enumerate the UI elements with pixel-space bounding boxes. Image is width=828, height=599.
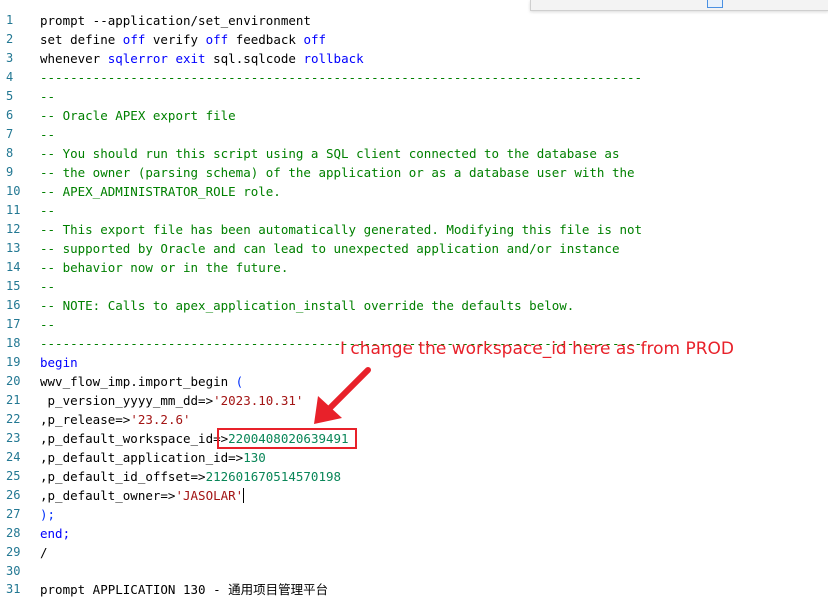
line-number: 6 [6, 108, 14, 122]
line-number: 25 [6, 469, 21, 483]
code-text: prompt --application/set_environment [40, 13, 311, 28]
string-token: '23.2.6' [130, 412, 191, 427]
paren-token: ( [235, 374, 244, 389]
keyword-line: end; [40, 526, 71, 541]
keyword-line: begin [40, 355, 78, 370]
number-token: 130 [243, 450, 266, 465]
line-number: 8 [6, 146, 14, 160]
code-line: ,p_release=>'23.2.6' [40, 410, 191, 429]
code-line: p_version_yyyy_mm_dd=>'2023.10.31' [40, 391, 304, 410]
comment-line: -- [40, 89, 56, 104]
code-text: ,p_default_application_id=> [40, 450, 244, 465]
keyword-token: sqlerror [107, 51, 168, 66]
line-number: 14 [6, 260, 21, 274]
comment-line: -- APEX_ADMINISTRATOR_ROLE role. [40, 184, 281, 199]
line-number: 28 [6, 526, 21, 540]
comment-line: -- behavior now or in the future. [40, 260, 289, 275]
comment-line: -- You should run this script using a SQ… [40, 146, 620, 161]
line-number: 17 [6, 317, 21, 331]
keyword-token: off [303, 32, 327, 47]
code-text: p_version_yyyy_mm_dd=> [40, 393, 214, 408]
line-number: 31 [6, 582, 21, 596]
comment-line: -- [40, 203, 56, 218]
line-number: 9 [6, 165, 14, 179]
line-number: 23 [6, 431, 21, 445]
number-token: 212601670514570198 [205, 469, 342, 484]
line-number: 18 [6, 336, 21, 350]
comment-line: -- This export file has been automatical… [40, 222, 643, 237]
line-number: 21 [6, 393, 21, 407]
line-number: 1 [6, 13, 14, 27]
line-number: 2 [6, 32, 14, 46]
comment-line: -- Oracle APEX export file [40, 108, 236, 123]
code-line: ); [40, 505, 55, 524]
paren-token: ); [40, 507, 56, 522]
text-cursor [243, 488, 245, 503]
annotation-text: I change the workspace_id here as from P… [340, 339, 735, 359]
line-number: 26 [6, 488, 21, 502]
code-line: prompt --application/set_environment [40, 11, 311, 30]
line-number: 7 [6, 127, 14, 141]
line-number-gutter: 1 2 3 4 5 6 7 8 9 10 11 12 13 14 15 16 17 18 19 20 21 22 23 24 2… [0, 0, 28, 596]
code-line: ,p_default_owner=>'JASOLAR' [40, 486, 245, 505]
line-number: 5 [6, 89, 14, 103]
comment-line: -- the owner (parsing schema) of the app… [40, 165, 635, 180]
string-token: '2023.10.31' [213, 393, 304, 408]
line-number: 11 [6, 203, 21, 217]
line-number: 29 [6, 545, 21, 559]
code-text: sql.sqlcode [205, 51, 304, 66]
line-number: 4 [6, 70, 14, 84]
red-arrow-icon [314, 367, 371, 424]
comment-line: -- [40, 279, 56, 294]
line-number: 20 [6, 374, 21, 388]
line-number: 3 [6, 51, 14, 65]
comment-line: ----------------------------------------… [40, 70, 643, 85]
code-line: wwv_flow_imp.import_begin ( [40, 372, 243, 391]
comment-line: -- supported by Oracle and can lead to u… [40, 241, 620, 256]
line-number: 30 [6, 564, 21, 578]
code-text: ,p_default_owner=> [40, 488, 176, 503]
line-number: 19 [6, 355, 21, 369]
keyword-token: rollback [303, 51, 364, 66]
line-number: 10 [6, 184, 21, 198]
line-number: 24 [6, 450, 21, 464]
code-text: set define [40, 32, 123, 47]
code-text: verify [145, 32, 206, 47]
keyword-token: off [122, 32, 146, 47]
line-number: 16 [6, 298, 21, 312]
keyword-token: off [205, 32, 229, 47]
code-text: wwv_flow_imp.import_begin [40, 374, 236, 389]
code-text: prompt APPLICATION 130 - [40, 582, 229, 597]
line-number: 15 [6, 279, 21, 293]
code-editor[interactable]: prompt --application/set_environment set… [40, 0, 828, 597]
comment-line: -- NOTE: Calls to apex_application_insta… [40, 298, 575, 313]
code-text: ,p_default_workspace_id=> [40, 431, 229, 446]
code-line: / [40, 545, 48, 560]
string-token: 'JASOLAR' [175, 488, 244, 503]
code-text: whenever [40, 51, 108, 66]
code-text: ,p_default_id_offset=> [40, 469, 206, 484]
code-text: 通用项目管理平台 [228, 582, 329, 597]
keyword-token: exit [175, 51, 206, 66]
code-text: ,p_release=> [40, 412, 131, 427]
code-line: ,p_default_application_id=>130 [40, 448, 266, 467]
comment-line: -- [40, 127, 56, 142]
line-number: 12 [6, 222, 21, 236]
line-number: 27 [6, 507, 21, 521]
code-line: set define off verify off feedback off [40, 30, 326, 49]
line-number: 22 [6, 412, 21, 426]
code-text: feedback [228, 32, 304, 47]
code-line: ,p_default_id_offset=>212601670514570198 [40, 467, 341, 486]
code-line: whenever sqlerror exit sql.sqlcode rollb… [40, 49, 364, 68]
comment-line: -- [40, 317, 56, 332]
line-number: 13 [6, 241, 21, 255]
code-line: prompt APPLICATION 130 - 通用项目管理平台 [40, 580, 328, 599]
